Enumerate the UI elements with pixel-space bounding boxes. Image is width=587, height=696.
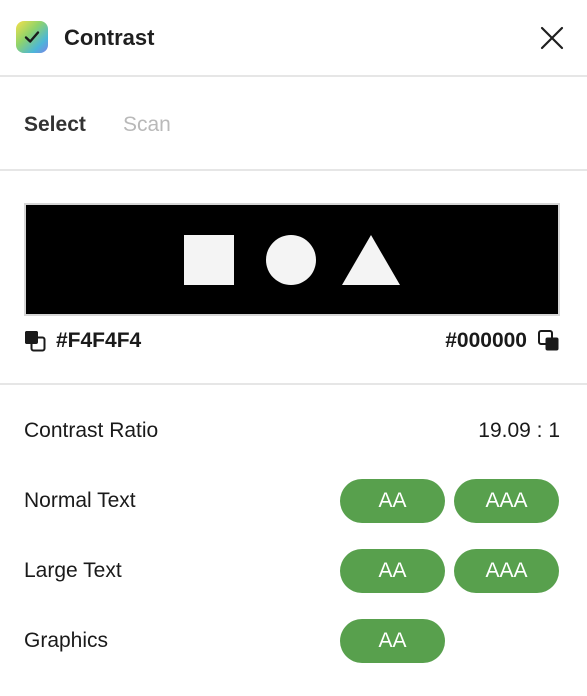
- large-text-aa-badge: AA: [340, 549, 445, 593]
- graphics-label: Graphics: [24, 629, 109, 652]
- close-button[interactable]: [536, 22, 568, 54]
- normal-text-aaa-badge: AAA: [454, 479, 559, 523]
- contrast-panel: Contrast Select Scan #F4F4F4 #000000 Con…: [0, 0, 587, 696]
- large-text-label: Large Text: [24, 559, 122, 582]
- tab-scan[interactable]: Scan: [123, 112, 171, 138]
- app-logo-icon: [16, 21, 48, 53]
- graphics-aa-badge: AA: [340, 619, 445, 663]
- tab-select[interactable]: Select: [24, 112, 86, 138]
- background-hex-value[interactable]: #000000: [445, 328, 527, 354]
- contrast-preview: [24, 203, 560, 316]
- large-text-aaa-badge: AAA: [454, 549, 559, 593]
- preview-square-shape: [184, 235, 234, 285]
- preview-circle-shape: [266, 235, 316, 285]
- tab-bar: Select Scan: [0, 77, 587, 171]
- normal-text-aa-badge: AA: [340, 479, 445, 523]
- close-icon: [540, 26, 564, 50]
- color-preview-section: #F4F4F4 #000000: [0, 171, 587, 385]
- contrast-ratio-label: Contrast Ratio: [24, 419, 159, 442]
- background-layer-icon[interactable]: [538, 330, 560, 352]
- preview-triangle-shape: [342, 235, 400, 285]
- foreground-hex-value[interactable]: #F4F4F4: [56, 328, 141, 354]
- foreground-layer-icon[interactable]: [24, 330, 46, 352]
- app-title: Contrast: [64, 25, 155, 50]
- normal-text-label: Normal Text: [24, 489, 136, 512]
- title-bar: Contrast: [0, 0, 587, 77]
- contrast-ratio-value: 19.09 : 1: [478, 419, 560, 442]
